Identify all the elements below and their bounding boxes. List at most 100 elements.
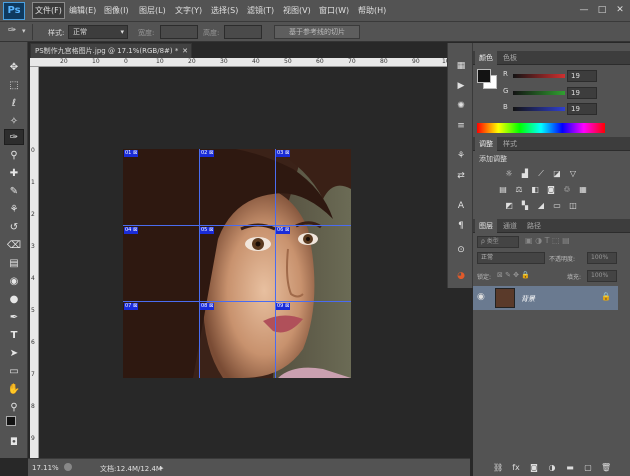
info-panel-icon[interactable]: ✺ — [453, 99, 469, 113]
foreground-color-swatch[interactable] — [6, 416, 16, 426]
layer-mask-icon[interactable]: ◙ — [529, 463, 539, 473]
tab-paths[interactable]: 路径 — [523, 219, 545, 233]
eraser-tool-icon[interactable]: ⌫ — [4, 238, 24, 254]
slice-label-05[interactable]: 05 ⊠ — [200, 227, 215, 234]
menu-select[interactable]: 选择(S) — [211, 5, 238, 16]
color-spectrum[interactable] — [477, 123, 605, 133]
new-group-icon[interactable]: ▬ — [565, 463, 575, 473]
properties-panel-icon[interactable]: ≡ — [453, 119, 469, 133]
slice-line-vertical[interactable] — [199, 149, 200, 378]
channel-mixer-icon[interactable]: ♲ — [561, 185, 573, 195]
levels-icon[interactable]: ▟ — [519, 169, 531, 179]
invert-icon[interactable]: ◩ — [503, 201, 515, 211]
slice-line-vertical[interactable] — [275, 149, 276, 378]
tab-channels[interactable]: 通道 — [499, 219, 521, 233]
photo-filter-icon[interactable]: ◙ — [545, 185, 557, 195]
layer-row[interactable]: ◉ 背景 🔒 — [473, 286, 618, 310]
type-tool-icon[interactable]: T — [4, 328, 24, 344]
link-layers-icon[interactable]: ⛓ — [493, 463, 503, 473]
black-white-icon[interactable]: ◧ — [529, 185, 541, 195]
adjustment-layer-icon[interactable]: ◑ — [547, 463, 557, 473]
menu-help[interactable]: 帮助(H) — [358, 5, 386, 16]
kuler-panel-icon[interactable]: ⊙ — [453, 243, 469, 257]
blur-tool-icon[interactable]: ◉ — [4, 274, 24, 290]
selective-color-icon[interactable]: ◫ — [567, 201, 579, 211]
gradient-tool-icon[interactable]: ▤ — [4, 256, 24, 272]
tab-color[interactable]: 颜色 — [475, 51, 497, 65]
close-icon[interactable]: ✕ — [614, 4, 626, 16]
layer-filter-select[interactable]: ρ 类型 — [477, 236, 519, 248]
tab-swatches[interactable]: 色板 — [499, 51, 521, 65]
slice-tool-icon[interactable]: ✑ — [8, 25, 16, 36]
ruler-top[interactable]: 20 10 0 10 20 30 40 50 60 70 80 90 100 — [30, 58, 470, 67]
new-layer-icon[interactable]: ▢ — [583, 463, 593, 473]
history-brush-tool-icon[interactable]: ↺ — [4, 220, 24, 236]
lasso-tool-icon[interactable]: ℓ — [4, 96, 24, 112]
eye-icon[interactable]: ◉ — [477, 292, 485, 302]
color-wheel-icon[interactable]: ◕ — [453, 269, 469, 283]
actions-panel-icon[interactable]: ▶ — [453, 79, 469, 93]
height-input[interactable] — [224, 25, 262, 39]
menu-image[interactable]: 图像(I) — [104, 5, 129, 16]
tab-styles[interactable]: 样式 — [499, 137, 521, 151]
layer-style-icon[interactable]: fx — [511, 463, 521, 473]
slice-label-04[interactable]: 04 ⊠ — [124, 227, 139, 234]
clone-stamp-tool-icon[interactable]: ⚘ — [4, 202, 24, 218]
blend-mode-select[interactable]: 正常 — [477, 252, 545, 264]
color-lookup-icon[interactable]: ▦ — [577, 185, 589, 195]
slice-label-01[interactable]: 01 ⊠ — [124, 150, 139, 157]
menu-layer[interactable]: 图层(L) — [139, 5, 166, 16]
foreground-color-swatch[interactable] — [477, 69, 491, 83]
blue-value-input[interactable]: 19 — [567, 103, 597, 115]
color-balance-icon[interactable]: ⚖ — [513, 185, 525, 195]
tab-adjustments[interactable]: 调整 — [475, 137, 497, 151]
exposure-icon[interactable]: ◪ — [551, 169, 563, 179]
hue-saturation-icon[interactable]: ▤ — [497, 185, 509, 195]
hand-tool-icon[interactable]: ✋ — [4, 382, 24, 398]
layer-name[interactable]: 背景 — [521, 294, 535, 304]
lock-icons[interactable]: ⊠ ✎ ✥ 🔒 — [497, 271, 530, 279]
shape-tool-icon[interactable]: ▭ — [4, 364, 24, 380]
brush-panel-icon[interactable]: ⚘ — [453, 149, 469, 163]
curves-icon[interactable]: ⟋ — [535, 169, 547, 179]
slice-label-08[interactable]: 08 ⊠ — [200, 303, 215, 310]
style-select[interactable]: 正常 ▾ — [68, 25, 128, 39]
healing-brush-tool-icon[interactable]: ✚ — [4, 166, 24, 182]
character-panel-icon[interactable]: A — [453, 199, 469, 213]
threshold-icon[interactable]: ◢ — [535, 201, 547, 211]
ruler-left[interactable]: 0 1 2 3 4 5 6 7 8 9 — [30, 67, 39, 458]
red-value-input[interactable]: 19 — [567, 70, 597, 82]
slice-label-06[interactable]: 06 ⊠ — [276, 227, 291, 234]
brush-tool-icon[interactable]: ✎ — [4, 184, 24, 200]
slice-line-horizontal[interactable] — [123, 301, 351, 302]
slice-tool-icon[interactable]: ✑ — [4, 129, 24, 145]
brightness-icon[interactable]: ☼ — [503, 169, 515, 179]
zoom-level[interactable]: 17.11% — [32, 464, 59, 472]
menu-type[interactable]: 文字(Y) — [175, 5, 202, 16]
tab-layers[interactable]: 图层 — [475, 219, 497, 233]
width-input[interactable] — [160, 25, 198, 39]
posterize-icon[interactable]: ▚ — [519, 201, 531, 211]
gradient-map-icon[interactable]: ▭ — [551, 201, 563, 211]
document-image[interactable]: 01 ⊠ 02 ⊠ 03 ⊠ 04 ⊠ 05 ⊠ 06 ⊠ 07 ⊠ 08 ⊠ … — [123, 149, 351, 378]
filter-icons[interactable]: ▣ ◑ T ⬚ ▤ — [525, 236, 570, 245]
menu-file[interactable]: 文件(F) — [32, 2, 65, 19]
path-selection-tool-icon[interactable]: ➤ — [4, 346, 24, 362]
document-tab[interactable]: PS制作九宫格图片.jpg @ 17.1%(RGB/8#) * ✕ — [30, 43, 192, 58]
menu-edit[interactable]: 编辑(E) — [69, 5, 96, 16]
opacity-input[interactable]: 100% — [587, 252, 617, 264]
quick-mask-icon[interactable]: ◘ — [4, 435, 24, 451]
green-slider[interactable] — [513, 91, 565, 95]
status-icon[interactable] — [64, 463, 72, 471]
fill-input[interactable]: 100% — [587, 270, 617, 282]
close-icon[interactable]: ✕ — [182, 44, 188, 58]
history-panel-icon[interactable]: ▦ — [453, 59, 469, 73]
chevron-down-icon[interactable]: ▾ — [22, 27, 26, 35]
move-tool-icon[interactable]: ✥ — [4, 60, 24, 76]
paragraph-panel-icon[interactable]: ¶ — [453, 219, 469, 233]
dodge-tool-icon[interactable]: ● — [4, 292, 24, 308]
slice-line-horizontal[interactable] — [123, 225, 351, 226]
pen-tool-icon[interactable]: ✒ — [4, 310, 24, 326]
menu-window[interactable]: 窗口(W) — [319, 5, 349, 16]
red-slider[interactable] — [513, 74, 565, 78]
